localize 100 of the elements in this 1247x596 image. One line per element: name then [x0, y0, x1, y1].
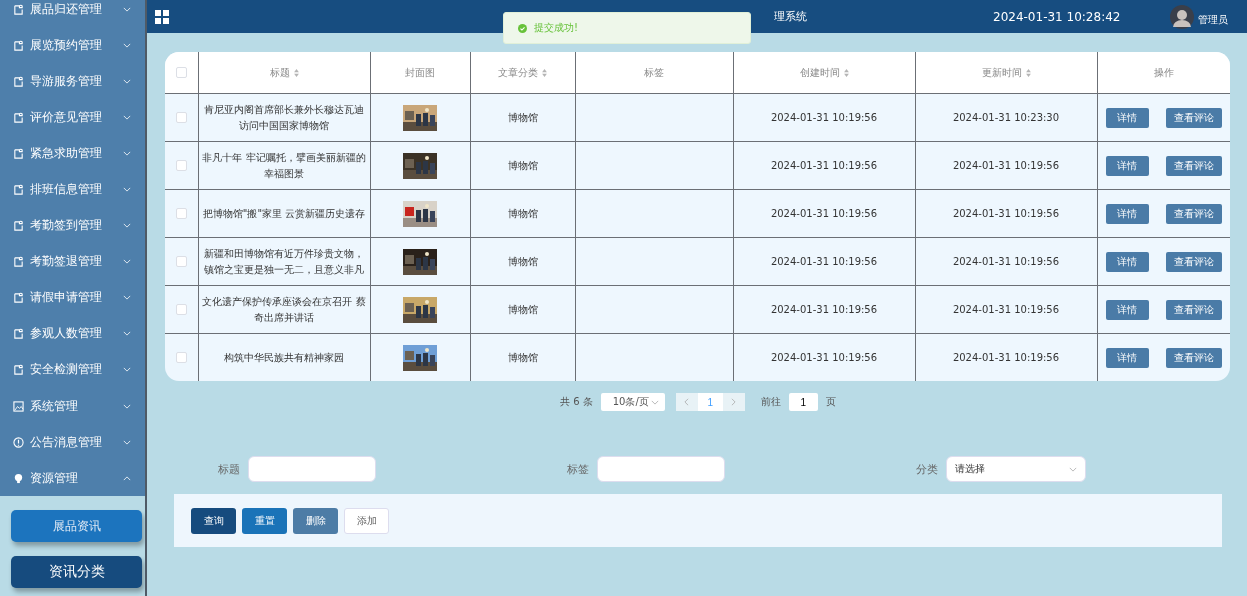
menu-item[interactable]: 导游服务管理: [0, 63, 145, 100]
app-title: 理系统: [774, 9, 807, 24]
document-icon: [13, 75, 24, 87]
image-icon: [13, 400, 24, 412]
table-cell: 2024-01-31 10:19:56: [952, 304, 1060, 315]
table-cell: 博物馆: [507, 255, 538, 267]
previous-page-button[interactable]: [675, 393, 698, 411]
menu-item[interactable]: 展品归还管理: [0, 0, 145, 28]
table-cell: 2024-01-31 10:19:56: [952, 352, 1060, 363]
field-label: 标签: [567, 461, 589, 477]
comments-button[interactable]: 查看评论: [1166, 203, 1222, 224]
table-cell-text: 非凡十年 牢记嘱托，擘画美丽新疆的幸福图景: [201, 150, 367, 181]
comments-button[interactable]: 查看评论: [1166, 347, 1222, 368]
details-button[interactable]: 详情: [1105, 251, 1149, 272]
column-header: 封面图: [405, 65, 435, 80]
details-button[interactable]: 详情: [1105, 203, 1149, 224]
table-cell: 博物馆: [507, 303, 538, 315]
chevron-down-icon: [123, 150, 131, 156]
column-header: 标题: [269, 65, 290, 80]
row-checkbox[interactable]: [175, 112, 187, 124]
comments-button[interactable]: 查看评论: [1166, 155, 1222, 176]
row-checkbox[interactable]: [175, 352, 187, 364]
sort-icon[interactable]: [293, 68, 299, 77]
document-icon: [13, 256, 24, 268]
menu-item[interactable]: 紧急求助管理: [0, 135, 145, 172]
goto-label: 前往: [760, 395, 781, 409]
chevron-down-icon: [123, 439, 131, 445]
table-cell: 2024-01-31 10:19:56: [770, 352, 878, 363]
details-button[interactable]: 详情: [1105, 155, 1149, 176]
sort-icon[interactable]: [1025, 68, 1031, 77]
chevron-down-icon: [123, 42, 131, 48]
menu-item[interactable]: 安全检测管理: [0, 351, 145, 389]
document-icon: [13, 147, 24, 159]
next-page-button[interactable]: [722, 393, 745, 411]
toast-message: 提交成功!: [534, 21, 578, 35]
column-header: 文章分类: [498, 65, 538, 80]
details-button[interactable]: 详情: [1105, 107, 1149, 128]
table-cell-text: 肯尼亚内阁首席部长兼外长穆达瓦迪访问中国国家博物馆: [203, 102, 365, 133]
action-button[interactable]: 查询: [191, 507, 236, 534]
comments-button[interactable]: 查看评论: [1166, 251, 1222, 272]
page-number[interactable]: 1: [697, 393, 723, 411]
menu-item[interactable]: 资源管理: [0, 460, 145, 497]
table-cell: 2024-01-31 10:19:56: [770, 304, 878, 315]
page-unit: 页: [825, 395, 836, 409]
submenu-item[interactable]: 资讯分类: [11, 556, 142, 589]
menu-item[interactable]: 系统管理: [0, 388, 145, 425]
details-button[interactable]: 详情: [1105, 299, 1149, 320]
menu-item[interactable]: 考勤签到管理: [0, 207, 145, 244]
chevron-down-icon: [123, 187, 131, 192]
table-cell-text: 构筑中华民族共有精神家园: [223, 350, 345, 365]
chevron-up-icon: [123, 475, 131, 481]
table-cell: 2024-01-31 10:23:30: [952, 112, 1060, 123]
row-checkbox[interactable]: [175, 160, 187, 172]
sort-icon[interactable]: [843, 68, 849, 77]
chevron-down-icon: [123, 6, 131, 12]
chevron-down-icon: [123, 223, 131, 229]
row-checkbox[interactable]: [175, 256, 187, 268]
chevron-down-icon: [123, 331, 131, 337]
table-cell: 2024-01-31 10:19:56: [952, 160, 1060, 171]
comments-button[interactable]: 查看评论: [1166, 107, 1222, 128]
chevron-right-icon: [731, 398, 737, 406]
table-cell: 2024-01-31 10:19:56: [770, 208, 878, 219]
page-size-select[interactable]: 10条/页: [600, 393, 665, 411]
input-field[interactable]: [597, 456, 725, 482]
submenu-item[interactable]: 展品资讯: [11, 510, 142, 543]
row-checkbox[interactable]: [175, 208, 187, 220]
menu-item[interactable]: 评价意见管理: [0, 99, 145, 136]
menu-item[interactable]: 排班信息管理: [0, 171, 145, 208]
field-label: 分类: [916, 461, 938, 477]
page-input[interactable]: 1: [788, 393, 818, 411]
sort-icon[interactable]: [542, 68, 547, 77]
comments-button[interactable]: 查看评论: [1166, 299, 1222, 320]
action-button[interactable]: 重置: [242, 507, 287, 534]
input-field[interactable]: [248, 456, 376, 482]
chevron-down-icon: [123, 367, 131, 373]
table-cell: 2024-01-31 10:19:56: [770, 256, 878, 267]
grid-icon[interactable]: [155, 9, 169, 24]
chevron-down-icon: [1069, 466, 1077, 472]
table-cell: 2024-01-31 10:19:56: [952, 256, 1060, 267]
table-cell: 2024-01-31 10:19:56: [770, 112, 878, 123]
action-button[interactable]: 删除: [293, 507, 338, 534]
menu-item[interactable]: 参观人数管理: [0, 315, 145, 352]
document-icon: [13, 292, 24, 304]
category-select[interactable]: 请选择: [946, 456, 1086, 482]
select-all-checkbox[interactable]: [175, 67, 187, 79]
menu-item[interactable]: 考勤签退管理: [0, 243, 145, 280]
menu-item[interactable]: 公告消息管理: [0, 424, 145, 461]
chevron-left-icon: [684, 398, 690, 406]
chevron-down-icon: [123, 295, 131, 301]
document-icon: [13, 39, 24, 51]
table-cell: 2024-01-31 10:19:56: [770, 160, 878, 171]
row-checkbox[interactable]: [175, 304, 187, 316]
menu-item[interactable]: 展览预约管理: [0, 27, 145, 64]
avatar[interactable]: [1170, 4, 1195, 29]
menu-item[interactable]: 请假申请管理: [0, 279, 145, 316]
column-header: 标签: [644, 65, 664, 80]
details-button[interactable]: 详情: [1105, 347, 1149, 368]
table-cell-text: 把博物馆"搬"家里 云赏新疆历史遗存: [201, 206, 367, 221]
document-icon: [13, 328, 24, 340]
action-button[interactable]: 添加: [344, 507, 389, 534]
